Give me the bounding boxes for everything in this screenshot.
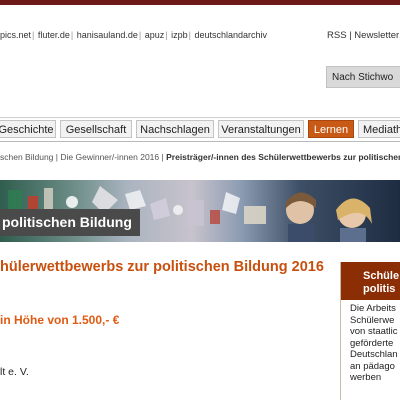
banner-label: politischen Bildung [0,209,140,236]
organization-name: lt e. V. [0,366,29,378]
breadcrumb-separator: | [161,152,164,162]
link-separator: | [165,30,168,40]
link-separator: | [32,30,35,40]
nav-item-nachschlagen[interactable]: Nachschlagen [136,120,214,138]
sidebar-text-line: Die Arbeits [350,303,396,314]
breadcrumb-current: Preisträger/-innen des Schülerwettbewerb… [166,152,400,162]
nav-item-veranstaltungen[interactable]: Veranstaltungen [218,120,304,138]
breadcrumb: schen Bildung | Die Gewinner/-innen 2016… [0,152,400,166]
sidebar-text-line: Schülerwe [350,314,395,326]
partner-link[interactable]: deutschlandarchiv [194,30,267,40]
prize-amount: in Höhe von 1.500,- € [0,313,120,327]
breadcrumb-link[interactable]: schen Bildung [0,152,53,162]
sidebar-text-line: geförderte [350,337,394,349]
sidebar-heading-line: Schüle [363,270,400,282]
top-accent-bar [0,0,400,5]
link-separator: | [188,30,191,40]
sidebar-heading-line: politis [363,283,396,295]
sidebar-text-line: an pädago [350,360,395,372]
nav-item-lernen[interactable]: Lernen [308,120,354,138]
partner-link[interactable]: pics.net [0,30,31,40]
sidebar-text-line: von staatlic [350,326,398,337]
sidebar-body: Die Arbeits Schülerwe von staatlic geför… [341,300,400,384]
main-navigation: Geschichte Gesellschaft Nachschlagen Ver… [0,117,400,142]
breadcrumb-link[interactable]: Die Gewinner/-innen 2016 [60,152,159,162]
nav-item-geschichte[interactable]: Geschichte [0,120,56,138]
keyword-search-button[interactable]: Nach Stichwo [326,66,400,88]
partner-link[interactable]: apuz [145,30,165,40]
nav-item-gesellschaft[interactable]: Gesellschaft [60,120,132,138]
sidebar-text-line: Deutschlan [350,349,398,360]
sidebar-info-box: Schüle politis Die Arbeits Schülerwe von… [340,262,400,400]
sidebar-heading: Schüle politis [341,262,400,300]
link-separator: | [70,30,74,40]
partner-link[interactable]: izpb [171,30,188,40]
newsletter-link[interactable]: Newsletter [354,30,399,41]
partner-links: pics.net| fluter.de| hanisauland.de| apu… [0,30,330,46]
partner-link[interactable]: fluter.de [38,30,70,40]
sidebar-text-line: werben [350,372,382,383]
nav-item-mediathek[interactable]: Mediath [358,120,400,138]
page-title: hülerwettbewerbs zur politischen Bildung… [0,259,324,275]
breadcrumb-separator: | [55,152,58,162]
link-separator: | [349,30,352,41]
rss-link[interactable]: RSS [327,30,347,41]
partner-link[interactable]: hanisauland.de [77,30,138,40]
link-separator: | [138,30,142,40]
utility-links: RSS | Newsletter [327,30,399,41]
